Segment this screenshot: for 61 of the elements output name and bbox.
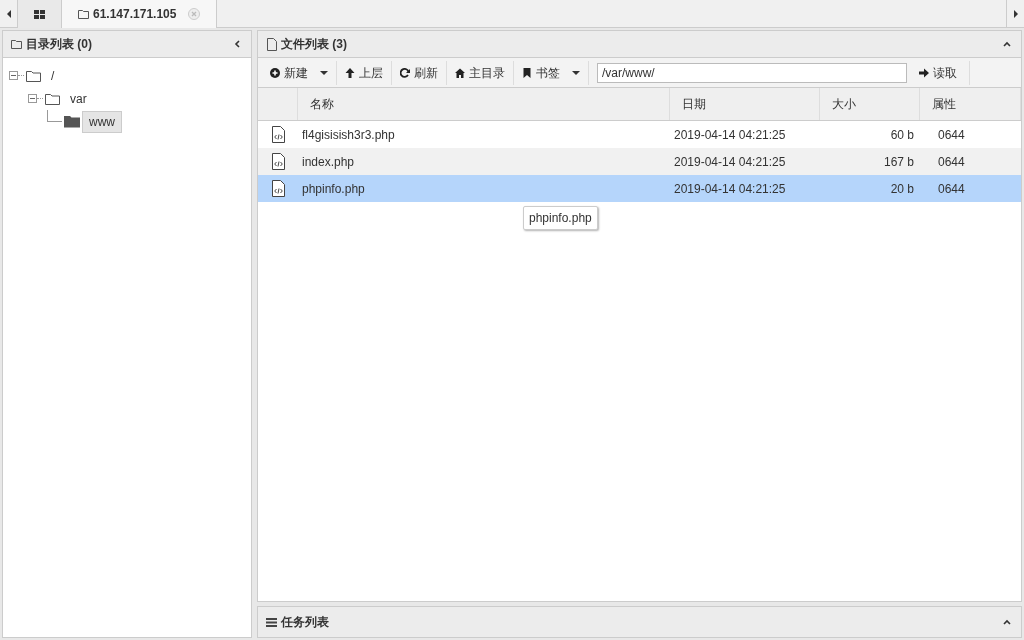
- caret-down-icon: [572, 70, 580, 75]
- tree-item[interactable]: /: [44, 64, 62, 87]
- table-cell-text: 20 b: [889, 180, 915, 198]
- folder-icon: [64, 115, 80, 128]
- folder-icon: [45, 92, 61, 105]
- refresh-icon: [400, 67, 410, 78]
- toolbar-button[interactable]: 上层: [337, 60, 392, 85]
- column-header[interactable]: 大小: [820, 88, 920, 120]
- tree-item[interactable]: www: [82, 110, 122, 133]
- file-name: index.php: [301, 153, 356, 171]
- table-cell-text: 2019-04-14 04:21:25: [673, 126, 787, 144]
- grid-icon: [34, 9, 45, 19]
- house-icon: [455, 67, 465, 78]
- caret-down-icon: [320, 70, 328, 75]
- table-cell-text: 167 b: [882, 153, 915, 171]
- chevron-left-icon: [233, 40, 241, 48]
- table-cell-text: 2019-04-14 04:21:25: [673, 180, 787, 198]
- caret-right-icon: [1013, 9, 1018, 18]
- read-button[interactable]: 读取: [907, 60, 970, 85]
- toolbar-button[interactable]: 刷新: [392, 60, 447, 85]
- table-cell-text: 60 b: [889, 126, 915, 144]
- code-file-icon: [270, 126, 286, 143]
- folder-icon: [11, 39, 22, 49]
- file-row[interactable]: phpinfo.php 2019-04-14 04:21:25 20 b 0644: [258, 175, 1021, 202]
- tab[interactable]: [18, 0, 62, 28]
- column-header[interactable]: 属性: [920, 88, 1021, 120]
- table-cell-text: 0644: [937, 126, 966, 144]
- list-icon: [266, 617, 277, 627]
- tab[interactable]: 61.147.171.105: [62, 0, 218, 28]
- page-icon: [266, 37, 277, 51]
- path-field[interactable]: /var/www/: [597, 62, 907, 83]
- folder-icon: [26, 69, 42, 82]
- bookmark-icon: [522, 67, 532, 78]
- toolbar-button[interactable]: 新建: [262, 60, 337, 85]
- file-name: fl4gisisish3r3.php: [301, 126, 396, 144]
- code-file-icon: [270, 180, 286, 197]
- chevron-up-icon: [1003, 40, 1011, 48]
- caret-left-icon: [6, 9, 11, 18]
- expand-button[interactable]: [1001, 618, 1013, 626]
- arrow-right-icon: [919, 67, 929, 78]
- panel-title: 目录列表 (0): [26, 36, 93, 53]
- toolbar-button[interactable]: 书签: [514, 60, 589, 85]
- table-cell-text: 0644: [937, 153, 966, 171]
- table-cell-text: 0644: [937, 180, 966, 198]
- collapse-button[interactable]: [1001, 40, 1013, 48]
- folder-icon: [78, 9, 89, 19]
- column-header[interactable]: 名称: [298, 88, 670, 120]
- tree-item[interactable]: var: [63, 87, 94, 110]
- plus-circle-icon: [270, 67, 280, 78]
- file-name: phpinfo.php: [301, 180, 366, 198]
- code-file-icon: [270, 153, 286, 170]
- table-cell-text: 2019-04-14 04:21:25: [673, 153, 787, 171]
- panel-title: 任务列表: [281, 614, 330, 631]
- chevron-up-icon: [1003, 618, 1011, 626]
- file-row[interactable]: index.php 2019-04-14 04:21:25 167 b 0644: [258, 148, 1021, 175]
- column-header[interactable]: 日期: [670, 88, 820, 120]
- arrow-up-icon: [345, 67, 355, 78]
- tooltip: phpinfo.php: [523, 206, 598, 230]
- toolbar-button[interactable]: 主目录: [447, 60, 514, 85]
- close-icon: [188, 8, 201, 20]
- panel-title: 文件列表 (3): [281, 36, 348, 53]
